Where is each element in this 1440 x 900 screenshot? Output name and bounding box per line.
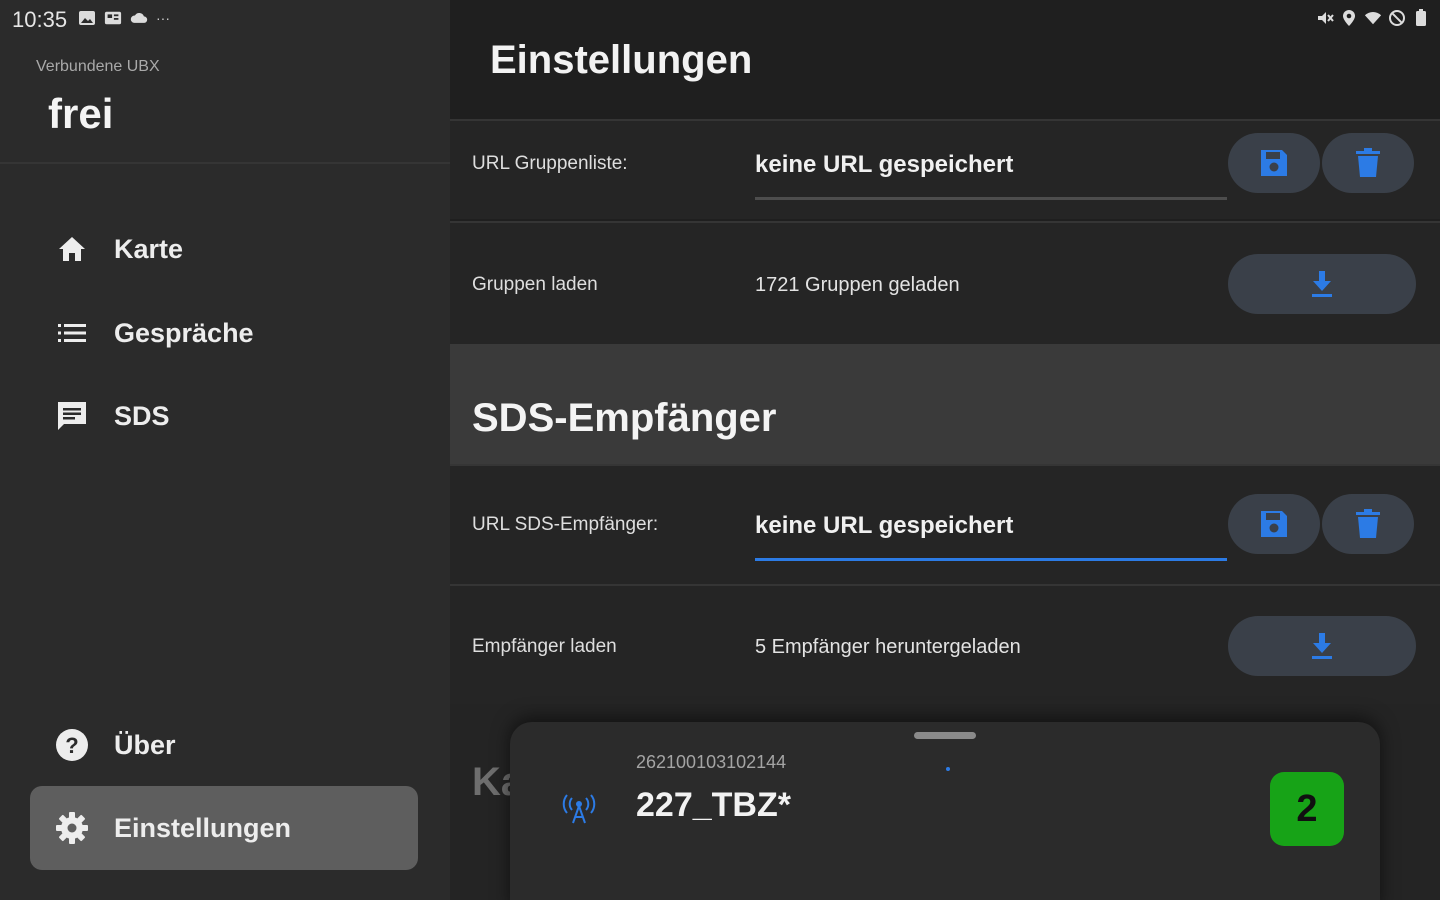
nav-item-label: Karte: [114, 233, 184, 264]
sheet-indicator-dot: [946, 767, 950, 771]
save-icon: [1261, 511, 1287, 537]
mute-icon: [1316, 9, 1334, 27]
connected-ubx-label: Verbundene UBX: [36, 58, 160, 75]
group-name: 227_TBZ*: [636, 786, 791, 824]
load-recipients-label: Empfänger laden: [472, 636, 617, 657]
save-group-url-button[interactable]: [1228, 133, 1320, 193]
settings-row-load-groups: Gruppen laden 1721 Gruppen geladen: [450, 221, 1440, 344]
delete-group-url-button[interactable]: [1322, 133, 1414, 193]
nav-item-einstellungen[interactable]: Einstellungen: [30, 786, 418, 870]
connected-ubx-value: frei: [48, 90, 114, 137]
battery-icon: [1412, 9, 1430, 27]
status-time: 10:35: [12, 7, 68, 32]
dnd-icon: [1388, 9, 1406, 27]
help-icon: ?: [30, 728, 114, 762]
gear-icon: [30, 811, 114, 845]
active-group-sheet[interactable]: 262100103102144 227_TBZ* 2: [510, 722, 1380, 900]
image-icon: [78, 9, 96, 27]
nav-item-label: SDS: [114, 400, 170, 431]
nav-item-label: Einstellungen: [114, 812, 292, 843]
status-badge: 2: [1270, 772, 1344, 846]
trash-icon: [1356, 148, 1380, 177]
download-icon: [1312, 271, 1332, 297]
home-icon: [30, 235, 114, 263]
group-url-underline: [755, 197, 1227, 200]
download-groups-button[interactable]: [1228, 254, 1416, 314]
settings-row-group-url: URL Gruppenliste: keine URL gespeichert: [450, 119, 1440, 219]
navigation-drawer: Verbundene UBX frei Karte Gespräche SDS …: [0, 0, 450, 900]
svg-text:?: ?: [65, 733, 78, 758]
nav-item-ueber[interactable]: ? Über: [30, 703, 418, 787]
cloud-icon: [130, 9, 148, 27]
group-id: 262100103102144: [636, 752, 787, 772]
sds-url-input[interactable]: keine URL gespeichert: [755, 512, 1013, 540]
sds-url-underline: [755, 558, 1227, 561]
photo-icon: [104, 9, 122, 27]
message-icon: [30, 400, 114, 432]
load-recipients-status: 5 Empfänger heruntergeladen: [755, 636, 1021, 658]
settings-row-load-recipients: Empfänger laden 5 Empfänger heruntergela…: [450, 584, 1440, 704]
download-icon: [1312, 633, 1332, 659]
nav-item-karte[interactable]: Karte: [30, 207, 418, 291]
sds-section-header: SDS-Empfänger: [450, 344, 1440, 464]
sheet-drag-handle[interactable]: [914, 732, 976, 739]
load-groups-label: Gruppen laden: [472, 274, 598, 295]
group-url-input[interactable]: keine URL gespeichert: [755, 151, 1013, 179]
drawer-header: Verbundene UBX frei: [0, 38, 450, 164]
save-icon: [1261, 150, 1287, 176]
nav-item-sds[interactable]: SDS: [30, 374, 418, 458]
sds-url-label: URL SDS-Empfänger:: [472, 514, 659, 535]
radio-antenna-icon: [562, 794, 596, 829]
delete-sds-url-button[interactable]: [1322, 494, 1414, 554]
group-url-label: URL Gruppenliste:: [472, 153, 628, 174]
download-recipients-button[interactable]: [1228, 616, 1416, 676]
location-icon: [1340, 9, 1358, 27]
section-title: SDS-Empfänger: [472, 396, 777, 440]
list-icon: [30, 322, 114, 344]
more-dots-icon: ···: [156, 10, 170, 26]
settings-row-sds-url: URL SDS-Empfänger: keine URL gespeichert: [450, 464, 1440, 584]
trash-icon: [1356, 509, 1380, 538]
page-title: Einstellungen: [490, 38, 753, 82]
nav-item-label: Über: [114, 729, 176, 760]
wifi-icon: [1364, 9, 1382, 27]
load-groups-status: 1721 Gruppen geladen: [755, 274, 960, 296]
nav-item-label: Gespräche: [114, 317, 254, 348]
save-sds-url-button[interactable]: [1228, 494, 1320, 554]
status-bar: 10:35 ···: [0, 0, 1440, 38]
nav-item-gespraeche[interactable]: Gespräche: [30, 291, 418, 375]
